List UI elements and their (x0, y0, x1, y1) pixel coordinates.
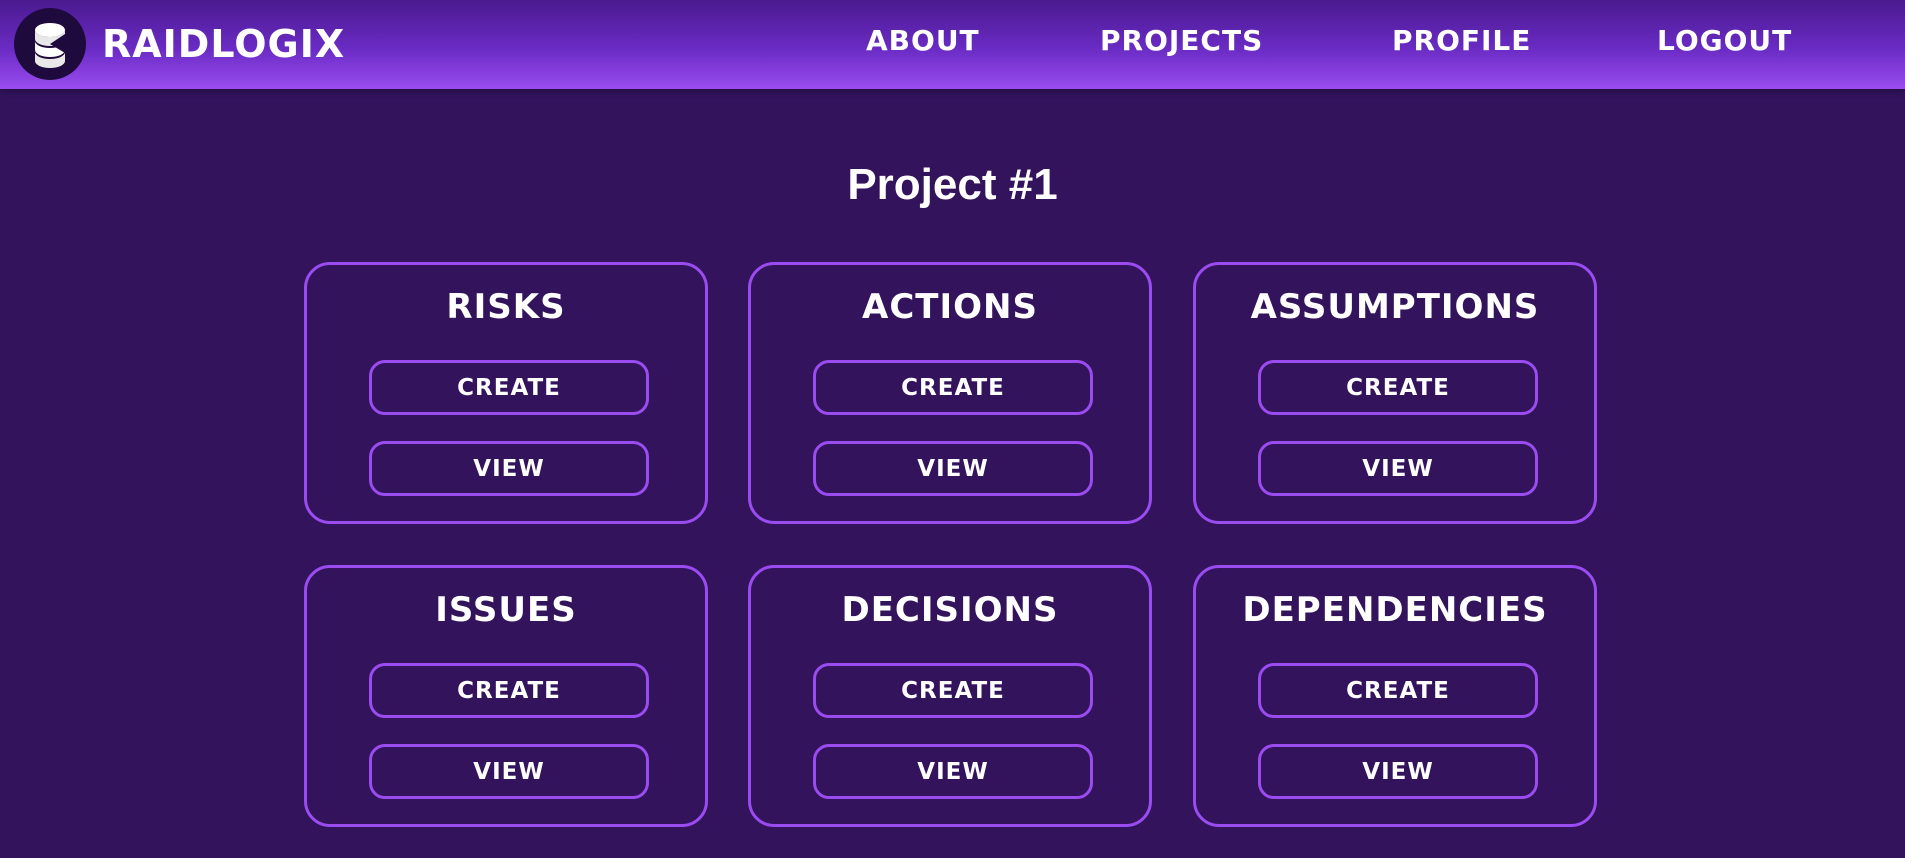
card-title: DECISIONS (841, 590, 1059, 630)
decisions-create-button[interactable]: CREATE (813, 663, 1093, 718)
decisions-view-button[interactable]: VIEW (813, 744, 1093, 799)
card-issues: ISSUES CREATE VIEW (304, 565, 708, 827)
nav-logout[interactable]: LOGOUT (1657, 24, 1792, 57)
assumptions-create-button[interactable]: CREATE (1258, 360, 1538, 415)
nav-about[interactable]: ABOUT (866, 24, 980, 57)
page-title: Project #1 (847, 160, 1058, 209)
assumptions-view-button[interactable]: VIEW (1258, 441, 1538, 496)
card-title: ISSUES (435, 590, 577, 630)
issues-view-button[interactable]: VIEW (369, 744, 649, 799)
risks-view-button[interactable]: VIEW (369, 441, 649, 496)
database-coin-icon (14, 8, 86, 80)
card-dependencies: DEPENDENCIES CREATE VIEW (1193, 565, 1597, 827)
actions-view-button[interactable]: VIEW (813, 441, 1093, 496)
card-actions: ACTIONS CREATE VIEW (748, 262, 1152, 524)
card-risks: RISKS CREATE VIEW (304, 262, 708, 524)
risks-create-button[interactable]: CREATE (369, 360, 649, 415)
card-title: ASSUMPTIONS (1250, 287, 1540, 327)
brand-name: RAIDLOGIX (102, 22, 346, 66)
card-assumptions: ASSUMPTIONS CREATE VIEW (1193, 262, 1597, 524)
dependencies-view-button[interactable]: VIEW (1258, 744, 1538, 799)
actions-create-button[interactable]: CREATE (813, 360, 1093, 415)
nav-profile[interactable]: PROFILE (1392, 24, 1531, 57)
card-title: ACTIONS (862, 287, 1038, 327)
card-title: RISKS (446, 287, 566, 327)
top-navigation-bar: RAIDLOGIX ABOUT PROJECTS PROFILE LOGOUT (0, 0, 1905, 89)
card-decisions: DECISIONS CREATE VIEW (748, 565, 1152, 827)
dependencies-create-button[interactable]: CREATE (1258, 663, 1538, 718)
card-title: DEPENDENCIES (1242, 590, 1548, 630)
brand[interactable]: RAIDLOGIX (14, 8, 345, 80)
issues-create-button[interactable]: CREATE (369, 663, 649, 718)
nav-projects[interactable]: PROJECTS (1100, 24, 1263, 57)
